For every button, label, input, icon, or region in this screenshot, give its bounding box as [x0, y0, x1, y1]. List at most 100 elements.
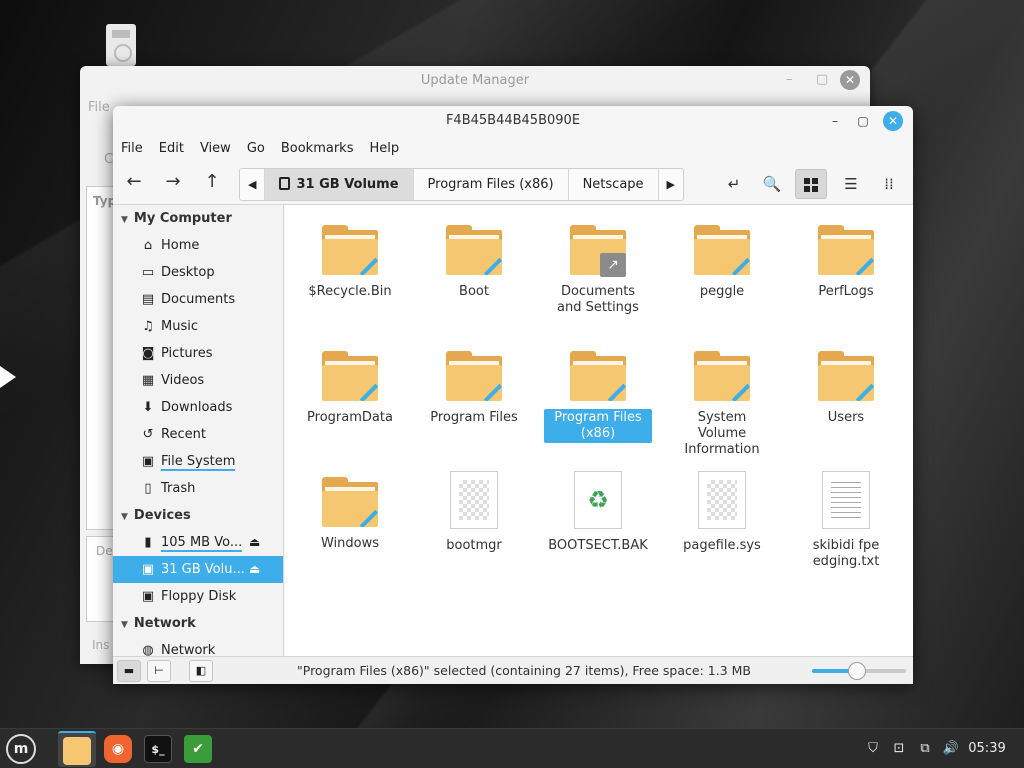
- shield-tray-icon[interactable]: ⛉: [862, 729, 884, 768]
- sidebar-item-label: 31 GB Volu...: [161, 562, 245, 577]
- sidebar-item-recent[interactable]: ↺ Recent: [113, 421, 283, 448]
- sidebar-item-network[interactable]: ◍ Network: [113, 637, 283, 657]
- home-icon: ⌂: [143, 238, 153, 253]
- um-menu-file[interactable]: File: [88, 100, 110, 115]
- sidebar-item-pictures[interactable]: ◙ Pictures: [113, 340, 283, 367]
- tree-panel-icon[interactable]: ⊢: [147, 660, 171, 682]
- file-manager-body: ▼ My Computer ⌂ Home ▭ Desktop ▤ Documents ♫…: [113, 204, 913, 657]
- back-arrow-icon[interactable]: ←: [121, 170, 147, 194]
- sidebar-item-trash[interactable]: ▯ Trash: [113, 475, 283, 502]
- minimize-button[interactable]: –: [825, 111, 845, 131]
- sidebar-item-home[interactable]: ⌂ Home: [113, 232, 283, 259]
- file-label: Boot: [459, 284, 489, 299]
- sidebar-item-music[interactable]: ♫ Music: [113, 313, 283, 340]
- taskbar-app-update-manager[interactable]: ✔: [179, 731, 217, 767]
- file-item-bootsect-bak[interactable]: ♻ BOOTSECT.BAK: [544, 471, 652, 555]
- file-label: Users: [827, 410, 865, 425]
- sidebar-item-downloads[interactable]: ⬇ Downloads: [113, 394, 283, 421]
- breadcrumb-31gb-volume[interactable]: 31 GB Volume: [265, 169, 414, 200]
- sidebar-item-label: Videos: [161, 373, 205, 388]
- file-label: pagefile.sys: [683, 538, 761, 553]
- zoom-slider-handle[interactable]: [848, 662, 866, 680]
- close-button[interactable]: ✕: [883, 111, 903, 131]
- sidebar-item-floppy-disk[interactable]: ▣ Floppy Disk: [113, 583, 283, 610]
- forward-arrow-icon[interactable]: →: [160, 170, 186, 194]
- sidebar-section-devices[interactable]: ▼ Devices: [113, 502, 283, 529]
- file-label: peggle: [699, 284, 745, 299]
- taskbar-app-terminal[interactable]: $_: [139, 731, 177, 767]
- breadcrumb-program-files-x86[interactable]: Program Files (x86): [414, 169, 569, 200]
- menu-file[interactable]: File: [121, 141, 143, 156]
- eject-icon[interactable]: ⏏: [249, 529, 260, 556]
- breadcrumb-prev-icon[interactable]: ◀: [240, 169, 266, 200]
- sidebar-item-documents[interactable]: ▤ Documents: [113, 286, 283, 313]
- file-item-peggle[interactable]: peggle: [668, 225, 776, 301]
- up-arrow-icon[interactable]: ↑: [199, 170, 225, 194]
- sidebar-item-desktop[interactable]: ▭ Desktop: [113, 259, 283, 286]
- list-view-icon[interactable]: ☰: [835, 169, 867, 199]
- sidebar-item-31gb-volume[interactable]: ▣ 31 GB Volu... ⏏: [113, 556, 283, 583]
- um-minimize-button[interactable]: –: [786, 72, 793, 87]
- file-item-perflogs[interactable]: PerfLogs: [792, 225, 900, 301]
- um-update-list[interactable]: [86, 186, 116, 530]
- zoom-slider[interactable]: [812, 662, 906, 680]
- file-item-documents-and-settings[interactable]: ↗ Documents and Settings: [544, 225, 652, 317]
- desktop-drive-icon[interactable]: [106, 24, 136, 66]
- sidebar-item-videos[interactable]: ▦ Videos: [113, 367, 283, 394]
- menu-edit[interactable]: Edit: [159, 141, 184, 156]
- file-label: ProgramData: [307, 410, 393, 425]
- sidebar-item-label: Home: [161, 238, 200, 253]
- compact-view-icon[interactable]: ⁞⁞: [873, 169, 905, 199]
- um-close-button[interactable]: ✕: [840, 70, 860, 90]
- maximize-button[interactable]: ▢: [853, 111, 873, 131]
- breadcrumb-netscape[interactable]: Netscape: [569, 169, 659, 200]
- folder-link-icon: ↗: [570, 225, 626, 277]
- file-manager-window[interactable]: F4B45B44B45B090E – ▢ ✕ File Edit View Go…: [113, 106, 913, 684]
- file-item-system-volume-information[interactable]: System Volume Information: [668, 351, 776, 459]
- menu-go[interactable]: Go: [247, 141, 265, 156]
- volume-tray-icon[interactable]: 🔊: [940, 729, 962, 768]
- search-icon[interactable]: 🔍: [756, 169, 788, 199]
- hide-sidebar-icon[interactable]: ◧: [189, 660, 213, 682]
- menu-view[interactable]: View: [200, 141, 231, 156]
- floppy-icon: ▣: [141, 589, 155, 604]
- file-item-program-files[interactable]: Program Files: [420, 351, 528, 427]
- binary-file-icon: [450, 471, 498, 529]
- sidebar-item-label: Desktop: [161, 265, 215, 280]
- menu-logo-icon[interactable]: m: [6, 734, 36, 764]
- toolbar: ← → ↑ ◀ 31 GB Volume Program Files (x86)…: [113, 160, 913, 204]
- file-item-programdata[interactable]: ProgramData: [296, 351, 404, 427]
- clipboard-tray-icon[interactable]: ⊡: [888, 729, 910, 768]
- um-maximize-button[interactable]: ▢: [816, 72, 828, 87]
- folder-icon: [818, 225, 874, 275]
- file-item-program-files-x86[interactable]: Program Files (x86): [544, 351, 652, 443]
- file-item-bootmgr[interactable]: bootmgr: [420, 471, 528, 555]
- sidebar-item-file-system[interactable]: ▣ File System: [113, 448, 283, 475]
- taskbar-app-files[interactable]: [58, 731, 96, 767]
- sidebar-section-network[interactable]: ▼ Network: [113, 610, 283, 637]
- places-panel-icon[interactable]: ▬: [117, 660, 141, 682]
- sidebar-section-my-computer[interactable]: ▼ My Computer: [113, 205, 283, 232]
- open-terminal-icon[interactable]: ↵: [718, 169, 750, 199]
- file-item-skibidi-txt[interactable]: skibidi fpe edging.txt: [792, 471, 900, 571]
- eject-icon[interactable]: ⏏: [249, 556, 260, 583]
- sidebar-item-105mb-volume[interactable]: ▮ 105 MB Vo... ⏏: [113, 529, 283, 556]
- window-titlebar[interactable]: F4B45B44B45B090E – ▢ ✕: [113, 106, 913, 136]
- clock[interactable]: 05:39: [966, 729, 1008, 768]
- menu-help[interactable]: Help: [369, 141, 399, 156]
- desktop-icon: ▭: [141, 265, 155, 280]
- file-item-pagefile-sys[interactable]: pagefile.sys: [668, 471, 776, 555]
- sidebar-item-label: Documents: [161, 292, 236, 307]
- menu-bookmarks[interactable]: Bookmarks: [281, 141, 354, 156]
- taskbar-app-firefox[interactable]: ◉: [99, 731, 137, 767]
- icon-view-button[interactable]: [795, 169, 827, 199]
- sidebar-item-label: File System: [161, 454, 236, 471]
- file-item-users[interactable]: Users: [792, 351, 900, 427]
- status-text: "Program Files (x86)" selected (containi…: [297, 663, 751, 678]
- file-view[interactable]: $Recycle.Bin Boot ↗ Documents and Settin…: [285, 205, 913, 657]
- breadcrumb-next-icon[interactable]: ▶: [659, 169, 683, 200]
- file-item-boot[interactable]: Boot: [420, 225, 528, 301]
- file-item-windows[interactable]: Windows: [296, 477, 404, 553]
- file-item-recycle-bin[interactable]: $Recycle.Bin: [296, 225, 404, 301]
- network-tray-icon[interactable]: ⧉: [914, 729, 936, 768]
